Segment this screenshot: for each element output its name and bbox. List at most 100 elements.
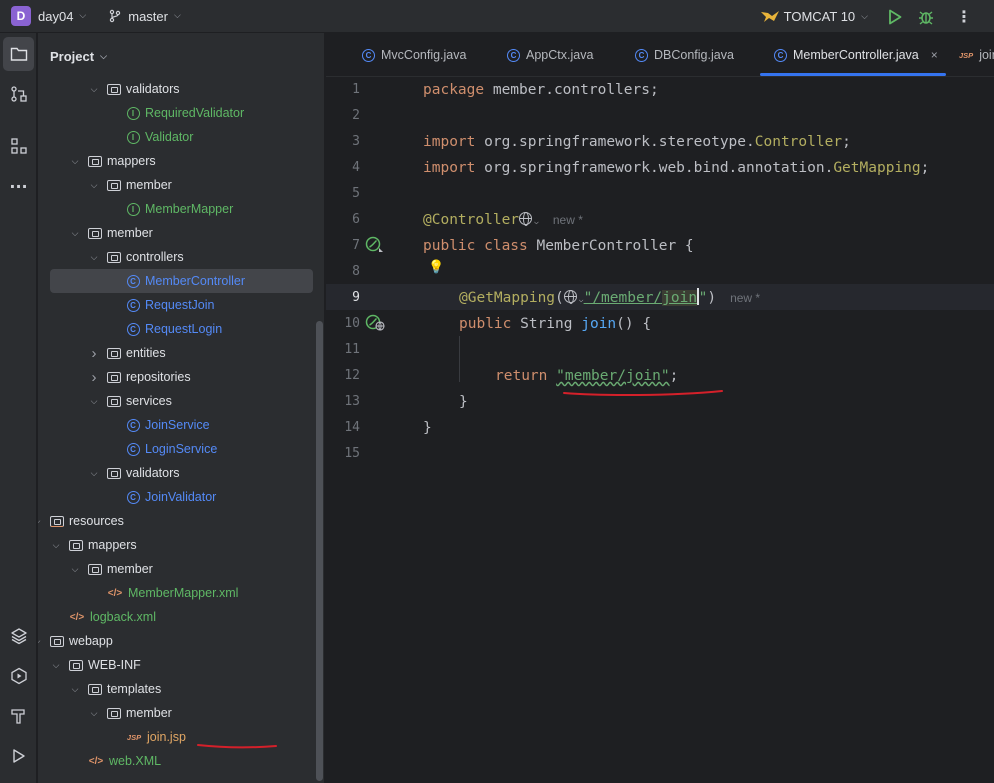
code-line-14[interactable]: }: [423, 415, 432, 441]
tree-item-xml[interactable]: </> MemberMapper.xml: [88, 581, 239, 605]
branch-icon[interactable]: [108, 9, 122, 23]
tree-item-folder[interactable]: ⌵ member: [88, 173, 172, 197]
code-line-4[interactable]: import org.springframework.web.bind.anno…: [423, 155, 929, 181]
project-badge[interactable]: D: [11, 6, 31, 26]
code-line-3[interactable]: import org.springframework.stereotype.Co…: [423, 129, 851, 155]
resources-folder-icon: [49, 513, 65, 529]
chevron-down-icon[interactable]: ⌵: [88, 396, 100, 407]
tree-item-interface[interactable]: I RequiredValidator: [107, 101, 244, 125]
tree-item-folder[interactable]: › entities: [88, 341, 166, 365]
code-line-12[interactable]: return "member/join";: [495, 363, 678, 389]
close-icon[interactable]: ×: [931, 48, 938, 62]
tree-item-xml[interactable]: </> web.XML: [69, 749, 161, 773]
code-text: org.springframework.web.bind.annotation.: [475, 160, 834, 176]
layers-tool-icon[interactable]: [0, 619, 37, 653]
project-view-dropdown-icon[interactable]: ⌵: [100, 51, 107, 62]
chevron-right-icon[interactable]: ›: [88, 345, 100, 362]
tree-item-label: mappers: [107, 154, 156, 168]
code-line-7[interactable]: public class MemberController {: [423, 233, 694, 259]
tab-dbconfig[interactable]: C DBConfig.java: [635, 33, 734, 77]
tree-item-folder[interactable]: ⌵ mappers: [50, 533, 137, 557]
tree-item-folder[interactable]: ⌵ templates: [69, 677, 162, 701]
tree-item-xml[interactable]: </> logback.xml: [50, 605, 156, 629]
tree-item-folder[interactable]: ⌵ validators: [88, 77, 180, 101]
tree-item-jsp[interactable]: JSP join.jsp: [107, 725, 186, 749]
chevron-down-icon[interactable]: ⌵: [88, 84, 100, 95]
chevron-down-icon[interactable]: ⌵: [38, 516, 43, 527]
line-number: 10: [344, 316, 360, 331]
tree-item-class[interactable]: C MemberController: [50, 269, 313, 293]
bean-icon[interactable]: [365, 236, 385, 254]
tree-item-folder[interactable]: ⌵ member: [69, 221, 153, 245]
code-line-6[interactable]: @Controller ⌵ new *: [423, 207, 583, 233]
web-icon[interactable]: [519, 212, 533, 226]
debug-icon[interactable]: [918, 9, 934, 25]
tree-item-folder[interactable]: ⌵ services: [88, 389, 172, 413]
chevron-down-icon[interactable]: ⌵: [38, 636, 43, 647]
chevron-down-icon[interactable]: ⌵: [88, 708, 100, 719]
tree-item-resfolder[interactable]: ⌵ resources: [38, 509, 124, 533]
chevron-down-icon[interactable]: ⌵: [88, 252, 100, 263]
chevron-down-icon[interactable]: ⌵: [69, 564, 81, 575]
tree-item-folder[interactable]: ⌵ webapp: [38, 629, 113, 653]
tree-item-label: logback.xml: [90, 610, 156, 624]
tab-mvcconfig[interactable]: C MvcConfig.java: [362, 33, 466, 77]
tree-item-folder[interactable]: ⌵ WEB-INF: [50, 653, 141, 677]
tree-item-folder[interactable]: ⌵ member: [88, 701, 172, 725]
tree-item-folder[interactable]: › repositories: [88, 365, 191, 389]
chevron-down-icon[interactable]: ⌵: [88, 468, 100, 479]
tree-item-class[interactable]: C RequestLogin: [107, 317, 222, 341]
line-number: 8: [352, 264, 360, 279]
more-actions-icon[interactable]: ⋮: [956, 7, 972, 26]
structure-tool-icon[interactable]: [0, 129, 37, 163]
author-hint[interactable]: new *: [553, 213, 583, 227]
tab-membercontroller[interactable]: C MemberController.java ×: [774, 33, 938, 77]
web-icon[interactable]: [563, 290, 577, 304]
line-number: 2: [352, 108, 360, 123]
tree-item-folder[interactable]: ⌵ validators: [88, 461, 180, 485]
run-icon[interactable]: [888, 9, 902, 25]
run-tool-icon[interactable]: [0, 739, 37, 773]
tree-item-class[interactable]: C RequestJoin: [107, 293, 215, 317]
run-config-dropdown-icon[interactable]: ⌵: [861, 12, 868, 22]
chevron-down-icon[interactable]: ⌵: [69, 684, 81, 695]
chevron-right-icon[interactable]: ›: [88, 369, 100, 386]
author-hint[interactable]: new *: [730, 291, 760, 305]
code-line-10[interactable]: public String join() {: [459, 311, 651, 337]
project-panel-header[interactable]: Project ⌵: [38, 33, 324, 79]
commit-tool-icon[interactable]: [0, 77, 37, 111]
tab-appctx[interactable]: C AppCtx.java: [507, 33, 593, 77]
code-line-1[interactable]: package member.controllers;: [423, 77, 659, 103]
build-tool-icon[interactable]: [0, 699, 37, 733]
tree-item-folder[interactable]: ⌵ member: [69, 557, 153, 581]
project-name[interactable]: day04: [38, 9, 73, 24]
chevron-down-icon[interactable]: ⌵: [88, 180, 100, 191]
branch-name[interactable]: master: [128, 9, 168, 24]
code-line-13[interactable]: }: [459, 389, 468, 415]
branch-dropdown-icon[interactable]: ⌵: [174, 11, 181, 21]
project-tool-icon[interactable]: [3, 37, 34, 71]
code-line-9[interactable]: @GetMapping(⌵"/member/join ") new *: [459, 285, 760, 311]
project-scrollbar[interactable]: [316, 321, 323, 781]
run-configuration[interactable]: TOMCAT 10: [784, 9, 856, 24]
editor-area: C MvcConfig.java C AppCtx.java C DBConfi…: [326, 33, 994, 783]
request-mapping-icon[interactable]: [365, 314, 387, 332]
tree-item-folder[interactable]: ⌵ mappers: [69, 149, 156, 173]
tree-item-class[interactable]: C JoinValidator: [107, 485, 216, 509]
chevron-down-icon[interactable]: ⌵: [50, 540, 62, 551]
services-tool-icon[interactable]: [0, 659, 37, 693]
tab-join-jsp[interactable]: JSP join: [959, 33, 994, 77]
tree-item-interface[interactable]: I Validator: [107, 125, 193, 149]
chevron-down-icon[interactable]: ⌵: [50, 660, 62, 671]
more-tools-icon[interactable]: ···: [0, 169, 37, 203]
chevron-down-icon[interactable]: ⌵: [69, 228, 81, 239]
project-dropdown-icon[interactable]: ⌵: [79, 11, 86, 21]
tree-item-folder[interactable]: ⌵ controllers: [88, 245, 184, 269]
class-icon: C: [774, 48, 787, 62]
lightbulb-icon[interactable]: 💡: [428, 260, 444, 275]
chevron-down-icon[interactable]: ⌵: [534, 217, 539, 226]
tree-item-interface[interactable]: I MemberMapper: [107, 197, 233, 221]
tree-item-class[interactable]: C JoinService: [107, 413, 210, 437]
tree-item-class[interactable]: C LoginService: [107, 437, 217, 461]
chevron-down-icon[interactable]: ⌵: [69, 156, 81, 167]
